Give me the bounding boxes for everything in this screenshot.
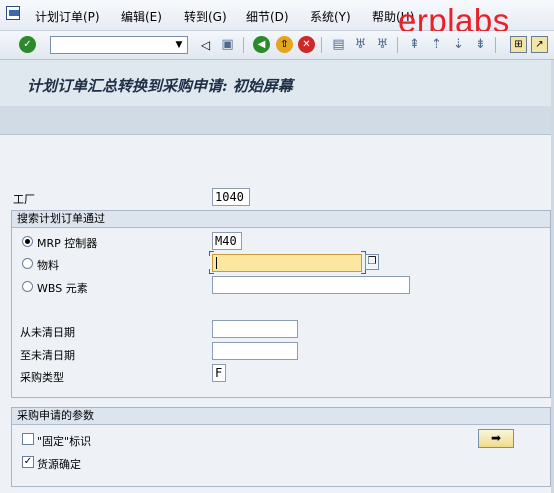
source-determination-checkbox[interactable]: ✓ — [22, 456, 34, 468]
first-page-icon[interactable]: ⇞ — [406, 36, 423, 53]
required-marker — [209, 251, 214, 256]
from-open-date-input[interactable] — [212, 320, 298, 338]
to-open-date-label: 至未清日期 — [20, 349, 75, 362]
fixed-indicator-checkbox[interactable] — [22, 433, 34, 445]
cancel-icon[interactable]: ✕ — [298, 36, 315, 53]
exit-icon[interactable]: ⇧ — [276, 36, 293, 53]
title-bar: 计划订单汇总转换到采购申请: 初始屏幕 — [0, 60, 554, 107]
toolbar-separator — [397, 37, 398, 53]
wbs-element-label: WBS 元素 — [37, 282, 88, 295]
previous-page-icon[interactable]: ⇡ — [428, 36, 445, 53]
save-icon[interactable]: ▣ — [219, 36, 236, 53]
arrow-right-icon: ➡ — [490, 431, 502, 445]
page-title: 计划订单汇总转换到采购申请: 初始屏幕 — [27, 77, 293, 95]
text-cursor — [216, 257, 217, 269]
from-open-date-label: 从未清日期 — [20, 326, 75, 339]
radio-wbs-element[interactable] — [22, 281, 33, 292]
required-marker — [209, 269, 214, 274]
menu-planned-order[interactable]: 计划订单(P) — [35, 8, 100, 25]
plant-input[interactable]: 1040 — [212, 188, 250, 206]
menu-system[interactable]: 系统(Y) — [310, 8, 351, 25]
material-input[interactable] — [212, 254, 362, 272]
to-open-date-input[interactable] — [212, 342, 298, 360]
next-page-icon[interactable]: ⇣ — [450, 36, 467, 53]
fixed-indicator-label: "固定"标识 — [37, 435, 92, 448]
params-group: 采购申请的参数 — [11, 407, 551, 487]
last-page-icon[interactable]: ⇟ — [472, 36, 489, 53]
find-icon[interactable]: ♅ — [352, 36, 369, 53]
execute-button[interactable]: ➡ — [478, 429, 514, 448]
shortcut-icon[interactable]: ↗ — [531, 36, 548, 53]
print-icon[interactable]: ▤ — [330, 36, 347, 53]
menu-bar: 计划订单(P) 编辑(E) 转到(G) 细节(D) 系统(Y) 帮助(H) er… — [0, 0, 554, 39]
toolbar-separator — [495, 37, 496, 53]
source-determination-label: 货源确定 — [37, 458, 81, 471]
plant-label: 工厂 — [13, 193, 35, 206]
params-group-title: 采购申请的参数 — [12, 408, 550, 425]
collapse-icon[interactable]: ◁ — [197, 36, 214, 53]
back-icon[interactable]: ◀ — [253, 36, 270, 53]
find-next-icon[interactable]: ♅ — [374, 36, 391, 53]
procurement-type-input[interactable]: F — [212, 364, 226, 382]
enter-icon[interactable]: ✓ — [19, 36, 36, 53]
create-session-icon[interactable]: ⊞ — [510, 36, 527, 53]
wbs-element-input[interactable] — [212, 276, 410, 294]
command-dropdown-icon[interactable]: ▼ — [172, 38, 186, 52]
command-field[interactable]: ▼ — [50, 36, 188, 54]
mrp-controller-input[interactable]: M40 — [212, 232, 242, 250]
radio-material[interactable] — [22, 258, 33, 269]
mrp-controller-label: MRP 控制器 — [37, 237, 98, 250]
menu-goto[interactable]: 转到(G) — [184, 8, 227, 25]
menu-edit[interactable]: 编辑(E) — [121, 8, 162, 25]
radio-mrp-controller[interactable] — [22, 236, 33, 247]
procurement-type-label: 采购类型 — [20, 371, 64, 384]
search-group-title: 搜索计划订单通过 — [12, 211, 550, 228]
toolbar-separator — [243, 37, 244, 53]
standard-toolbar: ✓ ▼ ◁ ▣ ◀ ⇧ ✕ ▤ ♅ ♅ ⇞ ⇡ ⇣ ⇟ ⊞ ↗ — [0, 31, 554, 60]
menu-details[interactable]: 细节(D) — [246, 8, 289, 25]
multiple-selection-icon[interactable]: ❐ — [365, 254, 379, 270]
application-toolbar — [0, 106, 554, 135]
window-menu-icon[interactable] — [6, 6, 20, 20]
toolbar-separator — [321, 37, 322, 53]
material-label: 物料 — [37, 259, 59, 272]
